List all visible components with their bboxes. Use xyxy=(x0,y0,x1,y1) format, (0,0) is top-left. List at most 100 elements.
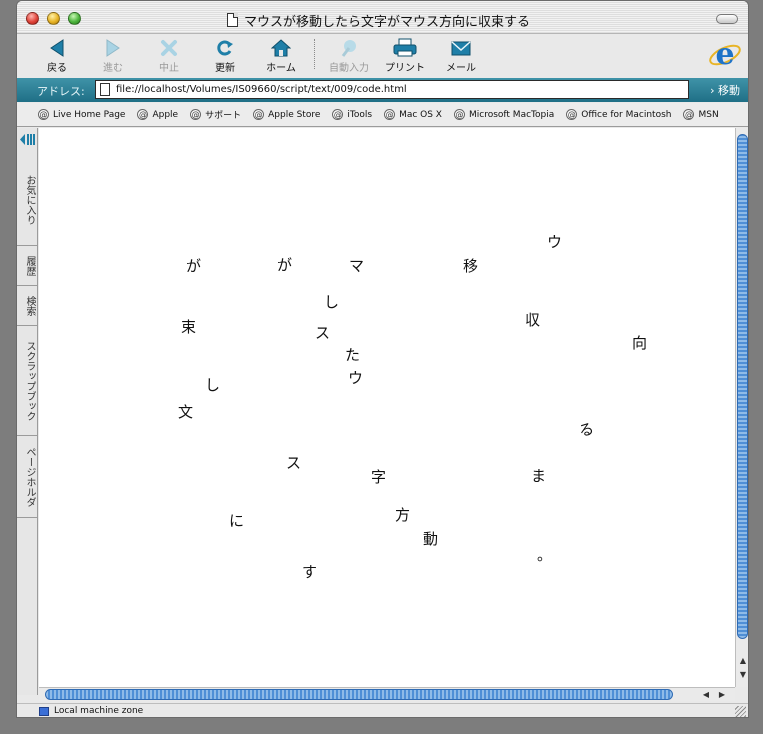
document-icon xyxy=(227,13,238,27)
autofill-button[interactable]: 自動入力 xyxy=(319,36,379,74)
forward-label: 進む xyxy=(103,63,123,74)
favorite-at-icon: @ xyxy=(137,109,149,120)
floating-char: ウ xyxy=(348,369,364,387)
security-zone-text: Local machine zone xyxy=(54,706,144,716)
favorite-link[interactable]: @ Microsoft MacTopia xyxy=(453,109,555,120)
favorite-label: MSN xyxy=(698,109,719,120)
stop-button[interactable]: 中止 xyxy=(139,36,199,74)
favorite-link[interactable]: @ Apple xyxy=(137,109,178,120)
favorite-at-icon: @ xyxy=(683,109,695,120)
svg-text:e: e xyxy=(715,38,734,72)
floating-char: ま xyxy=(531,467,547,485)
floating-char: ス xyxy=(315,324,331,342)
favorite-at-icon: @ xyxy=(38,109,49,120)
stop-label: 中止 xyxy=(159,63,179,74)
favorite-label: Live Home Page xyxy=(53,109,126,120)
printer-icon xyxy=(393,38,417,57)
tab-scrapbook[interactable]: スクラップブック xyxy=(17,326,37,436)
floating-char: 方 xyxy=(395,506,411,524)
favorite-label: Microsoft MacTopia xyxy=(468,109,555,120)
favorite-link[interactable]: @ Apple Store xyxy=(253,109,320,120)
favorite-link[interactable]: @ サポート xyxy=(190,108,241,121)
home-button[interactable]: ホーム xyxy=(251,36,311,74)
forward-arrow-icon xyxy=(106,39,120,57)
floating-char: 向 xyxy=(632,334,648,352)
zoom-button[interactable] xyxy=(68,12,81,25)
floating-char: に xyxy=(229,512,245,530)
page-content[interactable]: ウ が が マ 移 し 束 ス 収 向 た ウ し 文 る ス 字 ま に 方 … xyxy=(39,128,735,687)
floating-char: 収 xyxy=(525,311,541,329)
favorite-link[interactable]: @ MSN xyxy=(683,109,719,120)
horizontal-scroll-thumb[interactable] xyxy=(45,689,673,700)
print-button[interactable]: プリント xyxy=(375,36,435,74)
explorer-toggle-icon[interactable] xyxy=(19,133,35,146)
close-button[interactable] xyxy=(26,12,39,25)
vertical-scroll-thumb[interactable] xyxy=(737,134,748,639)
floating-char: ス xyxy=(286,454,302,472)
scroll-right-arrow-icon[interactable]: ▶ xyxy=(717,689,727,700)
favorite-at-icon: @ xyxy=(453,109,465,120)
print-label: プリント xyxy=(385,63,425,74)
favorite-label: Mac OS X xyxy=(399,109,442,120)
floating-char: 文 xyxy=(178,403,194,421)
minimize-button[interactable] xyxy=(47,12,60,25)
url-text[interactable]: file://localhost/Volumes/IS09660/script/… xyxy=(116,84,407,95)
url-input[interactable]: file://localhost/Volumes/IS09660/script/… xyxy=(95,80,689,99)
home-label: ホーム xyxy=(266,63,296,74)
floating-char: る xyxy=(576,419,596,441)
floating-char: 束 xyxy=(181,318,197,336)
favorite-label: サポート xyxy=(205,111,242,121)
resize-grip-icon[interactable] xyxy=(735,706,746,717)
home-icon xyxy=(271,39,291,57)
floating-char: し xyxy=(324,293,340,311)
scroll-down-arrow-icon[interactable]: ▼ xyxy=(738,670,748,680)
browser-window: マウスが移動したら文字がマウス方向に収束する 戻る 進む 中止 更新 ホーム 自… xyxy=(16,0,749,718)
refresh-button[interactable]: 更新 xyxy=(195,36,255,74)
favorite-link[interactable]: @ iTools xyxy=(332,109,372,120)
refresh-label: 更新 xyxy=(215,63,235,74)
scroll-left-arrow-icon[interactable]: ◀ xyxy=(701,689,711,700)
tab-search[interactable]: 検索 xyxy=(17,286,37,326)
mail-envelope-icon xyxy=(451,41,471,56)
floating-char: 移 xyxy=(463,257,479,275)
floating-char: す xyxy=(302,563,318,581)
tab-page-holder[interactable]: ページホルダ xyxy=(17,436,37,518)
explorer-bar: お気に入り 履歴 検索 スクラップブック ページホルダ xyxy=(17,128,38,695)
tab-favorites[interactable]: お気に入り xyxy=(17,154,37,246)
mail-label: メール xyxy=(446,63,476,74)
favorite-label: iTools xyxy=(347,109,373,120)
forward-button[interactable]: 進む xyxy=(83,36,143,74)
stop-x-icon xyxy=(161,40,177,56)
tab-history[interactable]: 履歴 xyxy=(17,246,37,286)
favorite-link[interactable]: @ Live Home Page xyxy=(38,109,125,120)
favorite-label: Apple Store xyxy=(268,109,321,120)
favorite-at-icon: @ xyxy=(384,109,396,120)
toolbar-toggle-button[interactable] xyxy=(716,14,738,24)
floating-char: マ xyxy=(349,257,365,275)
scroll-up-arrow-icon[interactable]: ▲ xyxy=(738,656,748,666)
refresh-icon xyxy=(217,40,233,56)
favorite-link[interactable]: @ Office for Macintosh xyxy=(566,109,671,120)
vertical-scrollbar[interactable]: ▲ ▼ xyxy=(735,128,748,687)
toolbar: 戻る 進む 中止 更新 ホーム 自動入力 プリント メール e xyxy=(17,34,748,76)
floating-char: し xyxy=(205,376,221,394)
title-bar[interactable]: マウスが移動したら文字がマウス方向に収束する xyxy=(17,1,748,34)
favorites-bar: @ Live Home Page @ Apple @ サポート @ Apple Stor… xyxy=(17,103,748,127)
page-document-icon xyxy=(100,83,110,96)
floating-char: 。 xyxy=(537,546,553,564)
go-button[interactable]: › 移動 xyxy=(710,82,740,98)
window-title: マウスが移動したら文字がマウス方向に収束する xyxy=(244,14,531,30)
floating-char: た xyxy=(345,346,361,364)
floating-char: 字 xyxy=(371,468,387,486)
back-button[interactable]: 戻る xyxy=(27,36,87,74)
autofill-label: 自動入力 xyxy=(329,63,369,74)
favorite-label: Apple xyxy=(152,109,179,120)
internet-explorer-logo[interactable]: e xyxy=(708,38,742,72)
favorite-link[interactable]: @ Mac OS X xyxy=(384,109,442,120)
floating-char: 動 xyxy=(423,530,439,548)
address-bar: アドレス: file://localhost/Volumes/IS09660/s… xyxy=(17,78,748,102)
floating-char: ウ xyxy=(547,233,563,251)
mail-button[interactable]: メール xyxy=(431,36,491,74)
horizontal-scrollbar[interactable]: ◀ ▶ xyxy=(39,687,735,701)
floating-char: が xyxy=(277,256,293,274)
